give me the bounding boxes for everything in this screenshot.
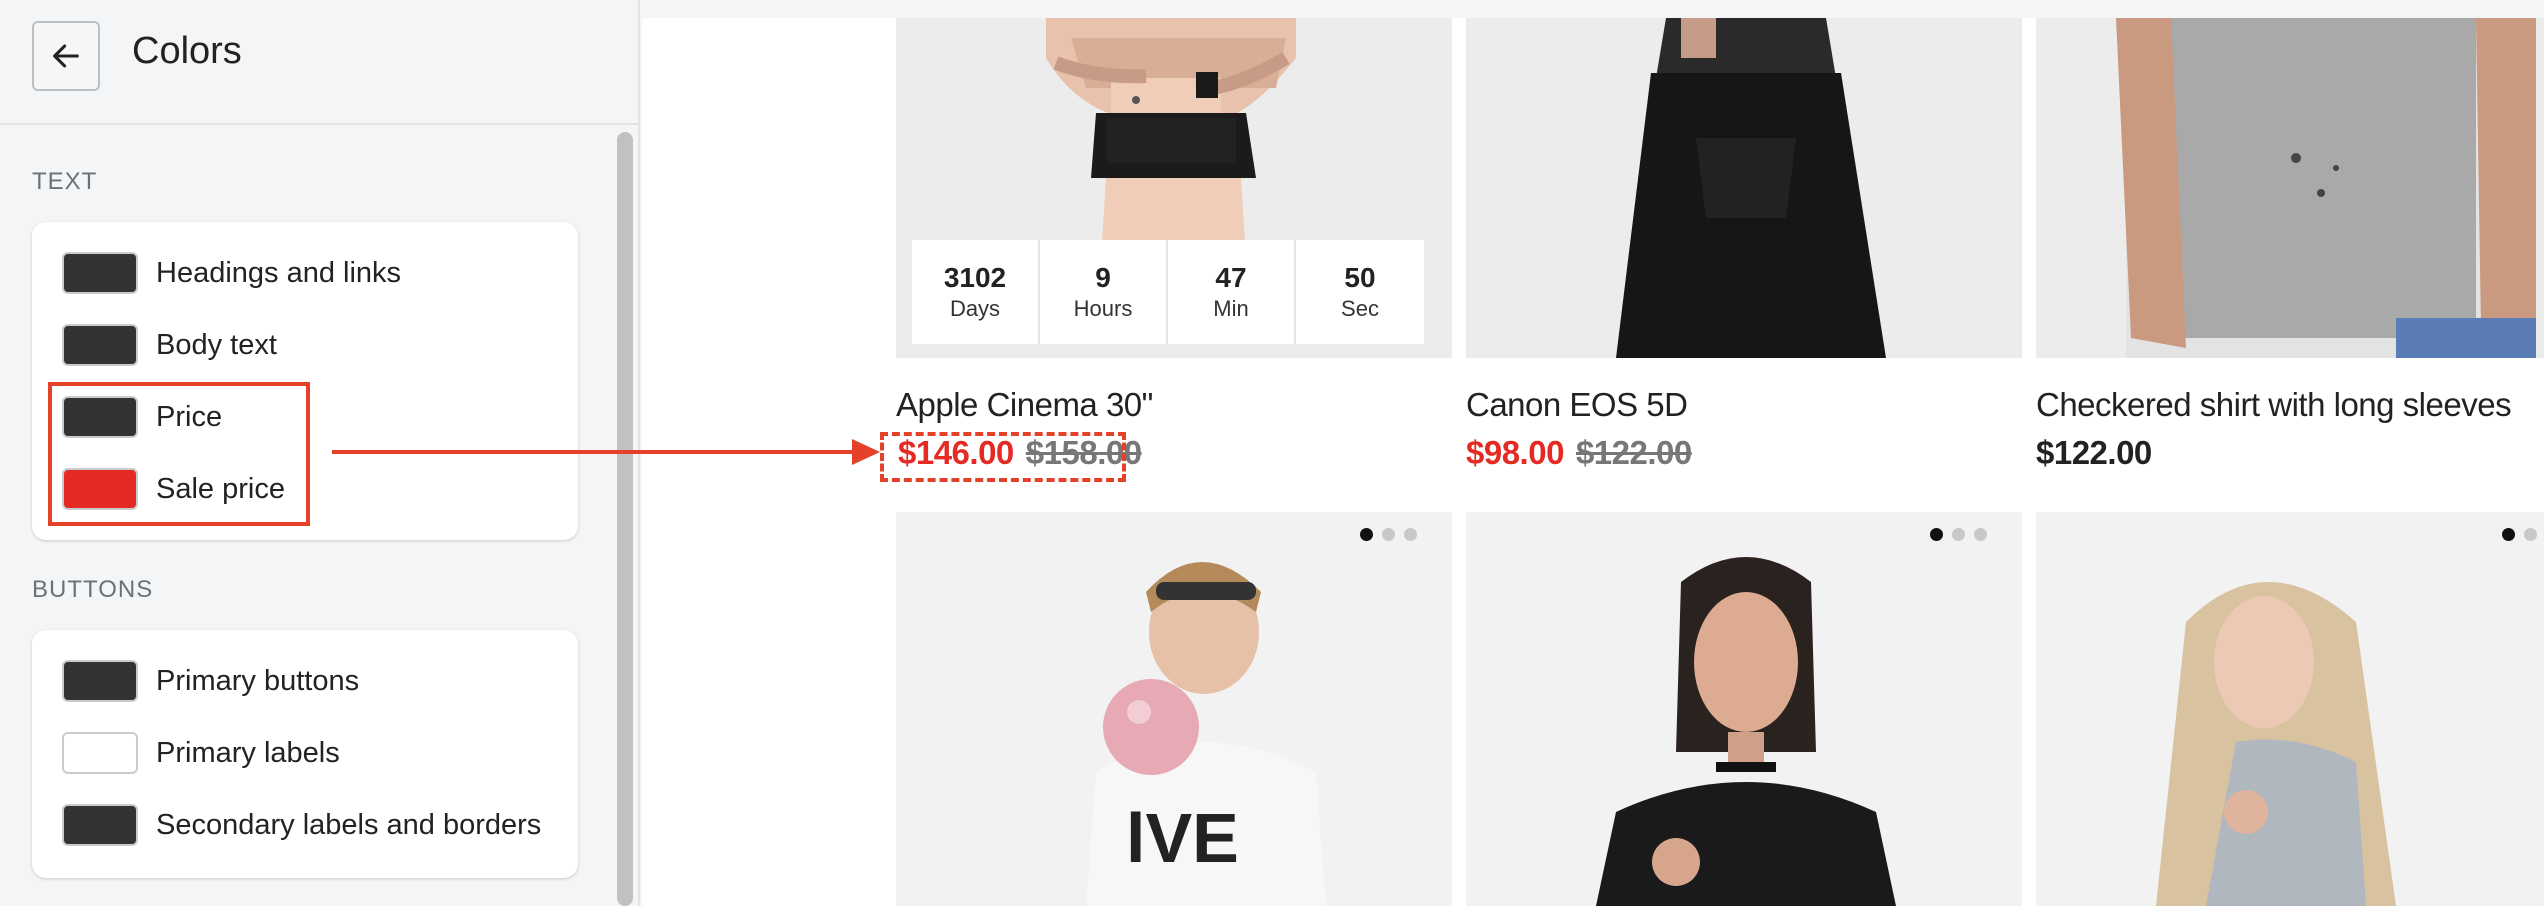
carousel-dot[interactable] [1952, 528, 1965, 541]
model-figure: lVE [896, 512, 1452, 906]
color-setting-secondary-labels[interactable]: Secondary labels and borders [62, 802, 541, 848]
color-setting-primary-buttons[interactable]: Primary buttons [62, 658, 359, 704]
model-figure [1466, 18, 2022, 358]
section-label-text: TEXT [32, 168, 98, 195]
image-carousel-dots [2502, 528, 2537, 541]
theme-editor: Colors TEXT Headings and links Body text… [0, 0, 2544, 906]
dashed-highlight-box [880, 432, 1126, 482]
model-figure [2036, 512, 2544, 906]
product-price: $98.00 $122.00 [1466, 434, 1692, 472]
color-swatch[interactable] [62, 732, 138, 774]
product-title[interactable]: Checkered shirt with long sleeves [2036, 386, 2512, 424]
countdown-value: 50 [1344, 262, 1376, 293]
compare-price: $122.00 [1575, 434, 1692, 471]
arrow-left-icon [53, 44, 79, 68]
arrow-head-icon [852, 439, 880, 465]
product-image[interactable]: lVE [896, 512, 1452, 906]
countdown-unit: Sec [1341, 296, 1379, 321]
color-setting-primary-labels[interactable]: Primary labels [62, 730, 340, 776]
color-swatch[interactable] [62, 252, 138, 294]
setting-label: Primary buttons [156, 664, 360, 697]
product-image[interactable] [1466, 18, 2022, 358]
countdown-timer: 3102 Days 9 Hours 47 Min 50 Sec [912, 240, 1424, 344]
countdown-unit: Hours [1073, 296, 1133, 321]
carousel-dot[interactable] [1382, 528, 1395, 541]
color-swatch[interactable] [62, 804, 138, 846]
product-image[interactable] [2036, 18, 2544, 358]
button-colors-card: Primary buttons Primary labels Secondary… [32, 630, 578, 878]
carousel-dot[interactable] [1360, 528, 1373, 541]
product-image[interactable] [1466, 512, 2022, 906]
countdown-unit: Min [1213, 296, 1249, 321]
countdown-unit: Days [949, 296, 1001, 321]
countdown-hours: 9 Hours [1040, 240, 1168, 344]
model-figure [2036, 18, 2544, 358]
countdown-days: 3102 Days [912, 240, 1040, 344]
section-label-buttons: BUTTONS [32, 576, 154, 603]
image-carousel-dots [1360, 528, 1417, 541]
color-swatch[interactable] [62, 324, 138, 366]
product-price: $122.00 [2036, 434, 2152, 472]
color-setting-headings[interactable]: Headings and links [62, 250, 401, 296]
countdown-value: 47 [1215, 262, 1247, 293]
setting-label: Secondary labels and borders [156, 808, 542, 841]
product-image[interactable]: 3102 Days 9 Hours 47 Min 50 Sec [896, 18, 1452, 358]
annotation-arrow [332, 450, 858, 454]
setting-label: Body text [156, 328, 277, 361]
carousel-dot[interactable] [2524, 528, 2537, 541]
image-carousel-dots [1930, 528, 1987, 541]
panel-title: Colors [132, 30, 242, 72]
product-image[interactable] [2036, 512, 2544, 906]
panel-header: Colors [0, 0, 640, 125]
countdown-seconds: 50 Sec [1296, 240, 1424, 344]
sale-price: $98.00 [1466, 434, 1564, 471]
countdown-value: 3102 [943, 262, 1007, 293]
carousel-dot[interactable] [1930, 528, 1943, 541]
countdown-value: 9 [1095, 262, 1111, 293]
scrollbar-thumb[interactable] [617, 132, 633, 906]
product-title[interactable]: Canon EOS 5D [1466, 386, 1688, 424]
color-setting-body-text[interactable]: Body text [62, 322, 277, 368]
setting-label: Headings and links [156, 256, 402, 289]
countdown-minutes: 47 Min [1168, 240, 1296, 344]
model-figure [1466, 512, 2022, 906]
highlight-box [48, 382, 310, 526]
carousel-dot[interactable] [2502, 528, 2515, 541]
svg-text:lVE: lVE [1126, 799, 1239, 877]
carousel-dot[interactable] [1404, 528, 1417, 541]
back-button[interactable] [32, 21, 100, 91]
color-swatch[interactable] [62, 660, 138, 702]
carousel-dot[interactable] [1974, 528, 1987, 541]
regular-price: $122.00 [2036, 434, 2152, 471]
product-title[interactable]: Apple Cinema 30" [896, 386, 1153, 424]
setting-label: Primary labels [156, 736, 340, 769]
